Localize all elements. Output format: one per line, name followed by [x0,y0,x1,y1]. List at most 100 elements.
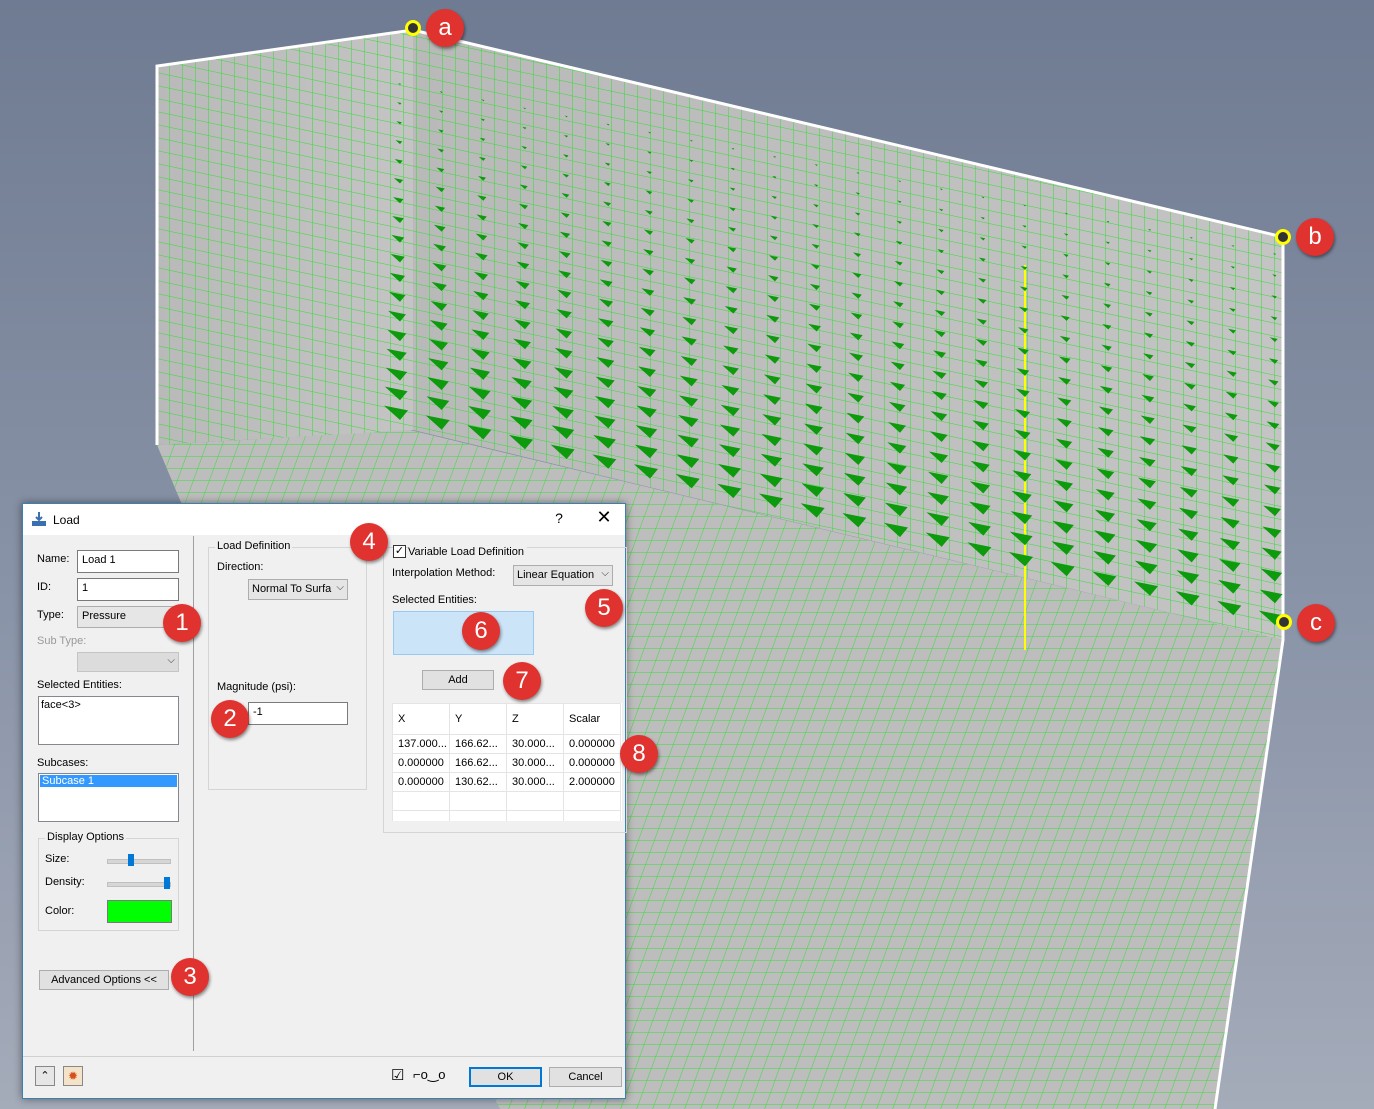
table-cell[interactable] [392,791,450,811]
dialog-titlebar[interactable]: Load ? ✕ [23,504,625,535]
callout-8: 8 [620,735,658,773]
table-row[interactable]: 137.000... 166.62... 30.000... 0.000000 [392,734,621,754]
selected-entity-item[interactable]: face<3> [41,699,81,711]
table-cell[interactable] [392,810,450,821]
starburst-icon: ✹ [67,1069,79,1083]
name-input[interactable]: Load 1 [77,550,179,573]
load-dialog: Load ? ✕ Name: Load 1 ID: 1 Type: Pressu… [22,503,627,1099]
load-definition-title: Load Definition [215,540,293,552]
table-cell[interactable] [449,791,507,811]
table-cell[interactable] [563,810,621,821]
column-header[interactable]: Z [506,703,564,735]
double-chevron-up-icon: ⌃ [40,1070,50,1082]
callout-3: 3 [171,958,209,996]
direction-value: Normal To Surfa [252,583,332,595]
dialog-title: Load [53,513,80,527]
interpolation-label: Interpolation Method: [392,567,496,579]
table-cell[interactable] [506,791,564,811]
table-cell[interactable]: 30.000... [506,772,564,792]
density-label: Density: [45,876,85,888]
cancel-button[interactable]: Cancel [549,1067,622,1087]
interpolation-select[interactable]: Linear Equation ⌵ [513,565,613,586]
column-header[interactable]: X [392,703,450,735]
ok-button[interactable]: OK [469,1067,542,1087]
footer-divider [23,1056,625,1057]
variable-load-checkbox[interactable]: ✓ [393,545,406,558]
id-input[interactable]: 1 [77,578,179,601]
table-cell[interactable]: 0.000000 [392,772,450,792]
direction-label: Direction: [217,561,264,573]
size-slider-thumb[interactable] [127,854,134,866]
table-cell[interactable] [563,791,621,811]
callout-4: 4 [350,523,388,561]
table-cell[interactable]: 0.000000 [392,753,450,773]
table-cell[interactable]: 30.000... [506,753,564,773]
callout-c: c [1297,604,1335,642]
selected-entities-label: Selected Entities: [37,679,122,691]
table-cell[interactable]: 0.000000 [563,734,621,754]
magnitude-label: Magnitude (psi): [217,681,296,693]
display-options-title: Display Options [45,831,127,843]
size-label: Size: [45,853,70,865]
highlight-button[interactable]: ✹ [63,1066,83,1086]
table-row[interactable] [392,810,621,821]
id-label: ID: [37,581,52,593]
advanced-options-button[interactable]: Advanced Options << [39,970,169,990]
point-marker-c[interactable] [1276,614,1292,630]
table-cell[interactable]: 0.000000 [563,753,621,773]
callout-7: 7 [503,662,541,700]
table-row[interactable]: 0.000000 166.62... 30.000... 0.000000 [392,753,621,773]
table-row[interactable]: 0.000000 130.62... 30.000... 2.000000 [392,772,621,792]
subtype-select: ⌵ [77,652,179,672]
magnitude-input[interactable]: -1 [248,702,348,725]
callout-6: 6 [462,612,500,650]
callout-a: a [426,9,464,47]
variable-selected-entities-label: Selected Entities: [392,594,477,606]
direction-select[interactable]: Normal To Surfa ⌵ [248,579,348,600]
callout-2: 2 [211,700,249,738]
table-row[interactable] [392,791,621,811]
add-button[interactable]: Add [422,670,494,690]
subcase-item[interactable]: Subcase 1 [40,775,177,787]
preview-checkbox[interactable]: ☑ [391,1066,404,1084]
close-button[interactable]: ✕ [591,507,617,528]
help-button[interactable]: ? [549,510,569,526]
color-swatch[interactable] [107,900,172,923]
table-cell[interactable]: 166.62... [449,734,507,754]
density-slider-thumb[interactable] [164,877,170,889]
load-icon [32,512,46,526]
callout-b: b [1296,218,1334,256]
chevron-down-icon: ⌵ [601,568,609,579]
table-cell[interactable]: 130.62... [449,772,507,792]
collapse-button[interactable]: ⌃ [35,1066,55,1086]
density-slider[interactable] [107,877,171,889]
point-marker-b[interactable] [1275,229,1291,245]
callout-5: 5 [585,589,623,627]
subcases-label: Subcases: [37,757,89,769]
variable-load-label: Variable Load Definition [408,546,527,558]
table-cell[interactable]: 2.000000 [563,772,621,792]
variable-table-grid: X Y Z Scalar 137.000... 166.62... 30.000... 0.… [392,703,621,821]
type-label: Type: [37,609,64,621]
subtype-label: Sub Type: [37,635,87,647]
name-label: Name: [37,553,70,565]
interpolation-value: Linear Equation [517,569,595,581]
color-label: Color: [45,905,75,917]
subcases-list[interactable]: Subcase 1 [38,773,179,822]
column-header[interactable]: Scalar [563,703,621,735]
table-cell[interactable] [506,810,564,821]
table-cell[interactable]: 137.000... [392,734,450,754]
selected-entities-list[interactable]: face<3> [38,696,179,745]
point-marker-a[interactable] [405,20,421,36]
table-cell[interactable]: 30.000... [506,734,564,754]
table-cell[interactable]: 166.62... [449,753,507,773]
left-wall-mesh [157,30,413,445]
size-slider[interactable] [107,854,171,866]
glasses-icon[interactable]: ⌐o‿o [413,1067,446,1083]
column-header[interactable]: Y [449,703,507,735]
chevron-down-icon: ⌵ [167,655,175,666]
table-cell[interactable] [449,810,507,821]
chevron-down-icon: ⌵ [336,582,344,593]
variable-table: X Y Z Scalar 137.000... 166.62... 30.000... 0.… [392,703,622,821]
callout-1: 1 [163,604,201,642]
